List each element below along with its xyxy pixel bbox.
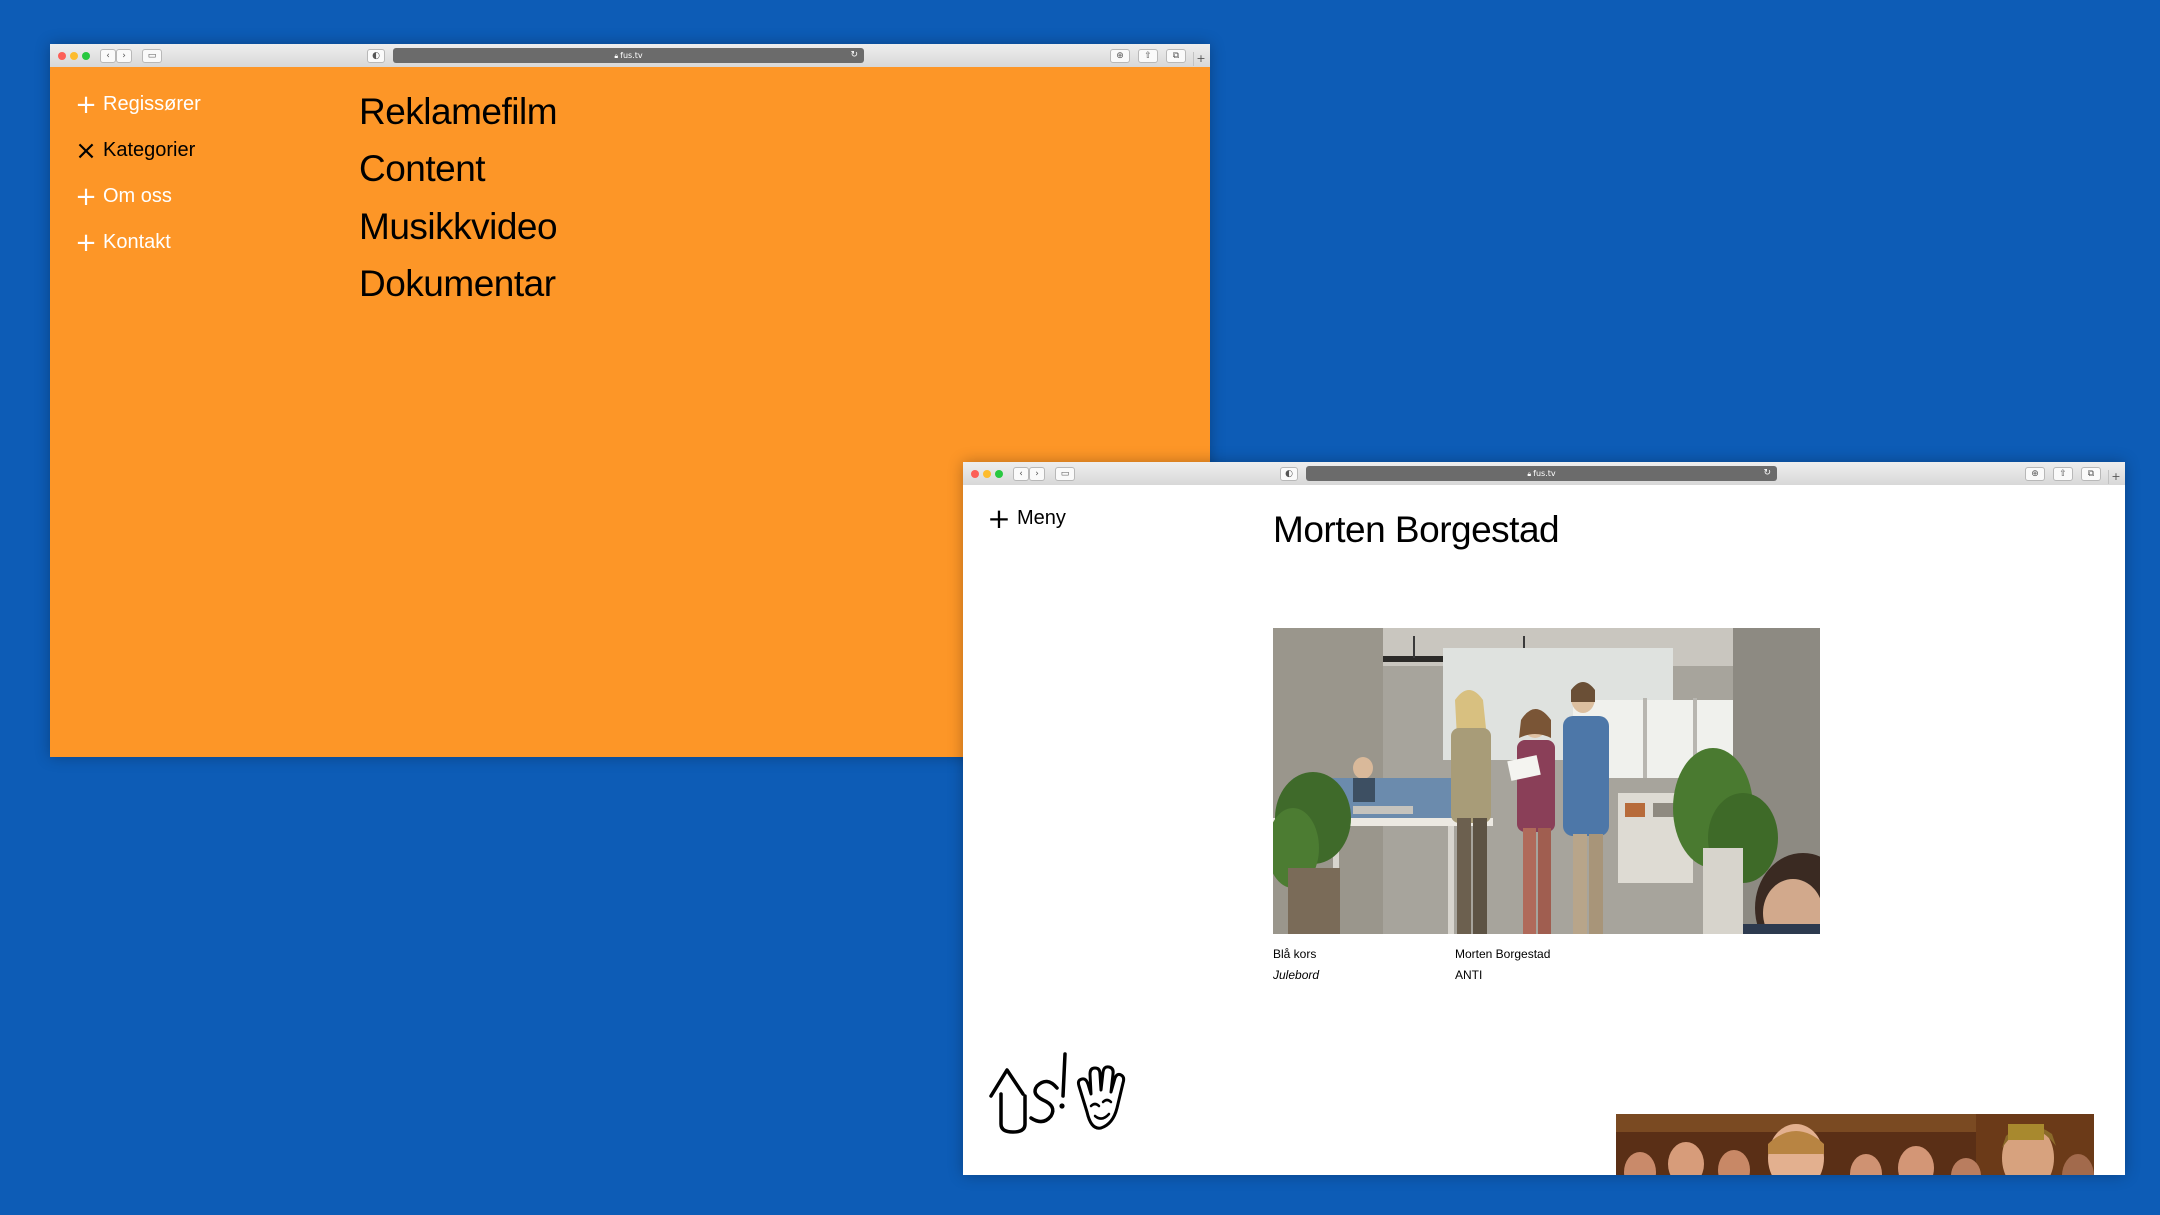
plus-icon: +: [75, 227, 97, 258]
page-content: + Meny Morten Borgestad Blå kors Julebor…: [963, 485, 2125, 1175]
fus-logo-mark: [989, 1052, 1126, 1134]
browser-toolbar: ‹ › ▭ ◐ 🔒︎ fus.tv ↻ ⊕ ⇧ ⧉ +: [963, 462, 2125, 486]
forward-button[interactable]: ›: [116, 49, 132, 63]
close-window-button[interactable]: [971, 470, 979, 478]
privacy-shield-icon[interactable]: ◐: [1280, 467, 1298, 481]
new-tab-icon[interactable]: +: [1193, 52, 1208, 66]
close-window-button[interactable]: [58, 52, 66, 60]
category-reklamefilm[interactable]: Reklamefilm: [359, 91, 558, 133]
download-icon[interactable]: ⊕: [1110, 49, 1130, 63]
close-icon: ×: [75, 135, 97, 166]
nav-item-kategorier[interactable]: × Kategorier: [75, 135, 196, 166]
back-button[interactable]: ‹: [1013, 467, 1029, 481]
reload-icon[interactable]: ↻: [1763, 466, 1771, 481]
menu-button[interactable]: + Meny: [987, 501, 1066, 535]
category-content[interactable]: Content: [359, 148, 486, 190]
party-scene-image: [1616, 1114, 2094, 1175]
office-scene-image: [1273, 628, 1820, 934]
category-musikkvideo[interactable]: Musikkvideo: [359, 206, 558, 248]
project-client: Blå kors: [1273, 947, 1317, 961]
tabs-overview-icon[interactable]: ⧉: [2081, 467, 2101, 481]
lock-icon: 🔒︎: [614, 52, 619, 60]
address-bar[interactable]: 🔒︎ fus.tv ↻: [393, 48, 864, 63]
nav-item-label: Kategorier: [103, 139, 196, 161]
zoom-window-button[interactable]: [995, 470, 1003, 478]
plus-icon: +: [75, 181, 97, 212]
page-title: Morten Borgestad: [1273, 509, 1560, 550]
address-bar[interactable]: 🔒︎ fus.tv ↻: [1306, 466, 1777, 481]
nav-item-kontakt[interactable]: + Kontakt: [75, 227, 171, 258]
privacy-shield-icon[interactable]: ◐: [367, 49, 385, 63]
share-icon[interactable]: ⇧: [1138, 49, 1158, 63]
reload-icon[interactable]: ↻: [850, 48, 858, 63]
project-thumbnail-2[interactable]: [1616, 1114, 2094, 1175]
plus-icon: +: [75, 89, 97, 120]
project-director: Morten Borgestad: [1455, 947, 1551, 961]
tabs-overview-icon[interactable]: ⧉: [1166, 49, 1186, 63]
browser-window-director: ‹ › ▭ ◐ 🔒︎ fus.tv ↻ ⊕ ⇧ ⧉ + + Meny Morten…: [963, 462, 2125, 1175]
nav-item-label: Kontakt: [103, 231, 171, 253]
lock-icon: 🔒︎: [1527, 470, 1532, 478]
zoom-window-button[interactable]: [82, 52, 90, 60]
browser-toolbar: ‹ › ▭ ◐ 🔒︎ fus.tv ↻ ⊕ ⇧ ⧉ +: [50, 44, 1210, 68]
nav-item-om-oss[interactable]: + Om oss: [75, 181, 172, 212]
fus-logo[interactable]: [987, 1048, 1127, 1136]
project-agency: ANTI: [1455, 968, 1483, 982]
minimize-window-button[interactable]: [983, 470, 991, 478]
address-bar-url: fus.tv: [1533, 469, 1556, 478]
download-icon[interactable]: ⊕: [2025, 467, 2045, 481]
address-bar-url: fus.tv: [620, 51, 643, 60]
plus-icon: +: [987, 501, 1011, 535]
nav-item-regissorer[interactable]: + Regissører: [75, 89, 201, 120]
sidebar-toggle-icon[interactable]: ▭: [142, 49, 162, 63]
share-icon[interactable]: ⇧: [2053, 467, 2073, 481]
project-thumbnail[interactable]: [1273, 628, 1820, 934]
minimize-window-button[interactable]: [70, 52, 78, 60]
sidebar-toggle-icon[interactable]: ▭: [1055, 467, 1075, 481]
nav-item-label: Regissører: [103, 93, 201, 115]
menu-label: Meny: [1017, 507, 1066, 529]
forward-button[interactable]: ›: [1029, 467, 1045, 481]
new-tab-icon[interactable]: +: [2108, 470, 2123, 484]
project-title[interactable]: Julebord: [1273, 968, 1319, 982]
back-button[interactable]: ‹: [100, 49, 116, 63]
category-dokumentar[interactable]: Dokumentar: [359, 263, 556, 305]
nav-item-label: Om oss: [103, 185, 172, 207]
